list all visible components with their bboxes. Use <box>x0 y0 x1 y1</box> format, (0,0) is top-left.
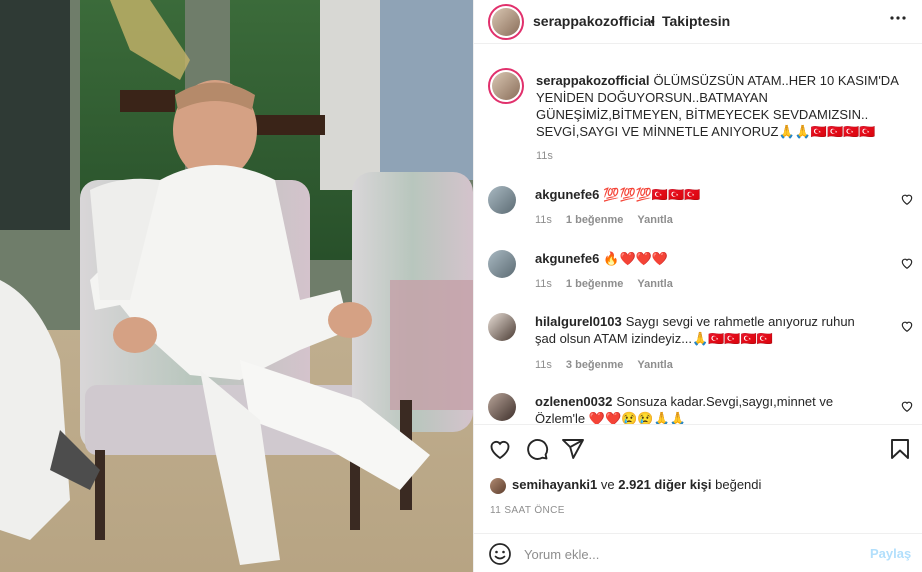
commenter-avatar[interactable] <box>488 393 516 421</box>
comments-list[interactable]: serappakozofficial ÖLÜMSÜZSÜN ATAM..HER 1… <box>474 52 922 424</box>
comment-like-heart-icon[interactable] <box>900 399 914 413</box>
liker-avatar[interactable] <box>490 477 506 494</box>
emoji-smiley-icon[interactable] <box>488 542 512 566</box>
likes-connector: ve <box>600 477 615 492</box>
follow-status[interactable]: Takiptesin <box>662 13 730 29</box>
comment-username[interactable]: akgunefe6 <box>535 187 599 202</box>
comment-input[interactable] <box>524 544 844 564</box>
commenter-avatar[interactable] <box>488 250 516 278</box>
caption-text-block: serappakozofficial ÖLÜMSÜZSÜN ATAM..HER 1… <box>536 72 906 140</box>
comment-time[interactable]: 11s <box>535 214 552 226</box>
caption-username[interactable]: serappakozofficial <box>536 73 649 88</box>
commenter-avatar[interactable] <box>488 313 516 341</box>
author-avatar[interactable] <box>488 4 524 40</box>
comment-meta: 11s 3 beğenme Yanıtla <box>535 359 673 371</box>
post-details-panel: serappakozofficial • Takiptesin serappak… <box>473 0 922 572</box>
header-separator: • <box>650 13 655 29</box>
comment-body: hilalgurel0103 Saygı sevgi ve rahmetle an… <box>535 313 875 347</box>
comment-text: 🔥❤️❤️❤️ <box>603 251 669 266</box>
comment-likes[interactable]: 1 beğenme <box>566 214 623 226</box>
save-bookmark-icon[interactable] <box>888 437 912 461</box>
more-options-icon[interactable] <box>888 8 908 33</box>
comment-username[interactable]: ozlenen0032 <box>535 394 612 409</box>
commenter-avatar[interactable] <box>488 186 516 214</box>
comment-body: akgunefe6 💯💯💯🇹🇷🇹🇷🇹🇷 <box>535 186 875 203</box>
comment-time[interactable]: 11s <box>535 359 552 371</box>
reply-button[interactable]: Yanıtla <box>637 278 672 290</box>
reply-button[interactable]: Yanıtla <box>637 214 672 226</box>
comment-like-heart-icon[interactable] <box>900 319 914 333</box>
post-comment-button[interactable]: Paylaş <box>870 546 911 561</box>
likes-suffix: beğendi <box>715 477 762 492</box>
liker-username[interactable]: semihayanki1 <box>512 477 597 492</box>
likes-count-link[interactable]: 2.921 diğer kişi <box>618 477 711 492</box>
comment-meta: 11s 1 beğenme Yanıtla <box>535 214 673 226</box>
caption-avatar[interactable] <box>488 68 524 104</box>
post-image[interactable] <box>0 0 473 572</box>
post-caption: serappakozofficial ÖLÜMSÜZSÜN ATAM..HER 1… <box>488 68 908 182</box>
post-actions: semihayanki1 ve 2.921 diğer kişi beğendi… <box>474 424 922 572</box>
comment-like-heart-icon[interactable] <box>900 256 914 270</box>
post-photo-illustration <box>0 0 473 572</box>
post-timestamp[interactable]: 11 SAAT ÖNCE <box>490 505 565 516</box>
share-paper-plane-icon[interactable] <box>561 437 585 461</box>
comment-likes[interactable]: 1 beğenme <box>566 278 623 290</box>
comment-body: akgunefe6 🔥❤️❤️❤️ <box>535 250 875 267</box>
comment-username[interactable]: akgunefe6 <box>535 251 599 266</box>
add-comment-bar: Paylaş <box>474 533 922 572</box>
comment-text: 💯💯💯🇹🇷🇹🇷🇹🇷 <box>603 187 701 202</box>
likes-summary: semihayanki1 ve 2.921 diğer kişi beğendi <box>490 477 761 494</box>
comment-likes[interactable]: 3 beğenme <box>566 359 623 371</box>
caption-time[interactable]: 11s <box>536 150 553 162</box>
comment-like-heart-icon[interactable] <box>900 192 914 206</box>
like-heart-icon[interactable] <box>488 437 512 461</box>
comment-meta: 11s 1 beğenme Yanıtla <box>535 278 673 290</box>
comment-icon[interactable] <box>525 437 549 461</box>
comment-username[interactable]: hilalgurel0103 <box>535 314 622 329</box>
comment-body: ozlenen0032 Sonsuza kadar.Sevgi,saygı,min… <box>535 393 875 424</box>
comment-time[interactable]: 11s <box>535 278 552 290</box>
post-header: serappakozofficial • Takiptesin <box>474 0 922 44</box>
reply-button[interactable]: Yanıtla <box>637 359 672 371</box>
author-username[interactable]: serappakozofficial <box>533 13 655 29</box>
